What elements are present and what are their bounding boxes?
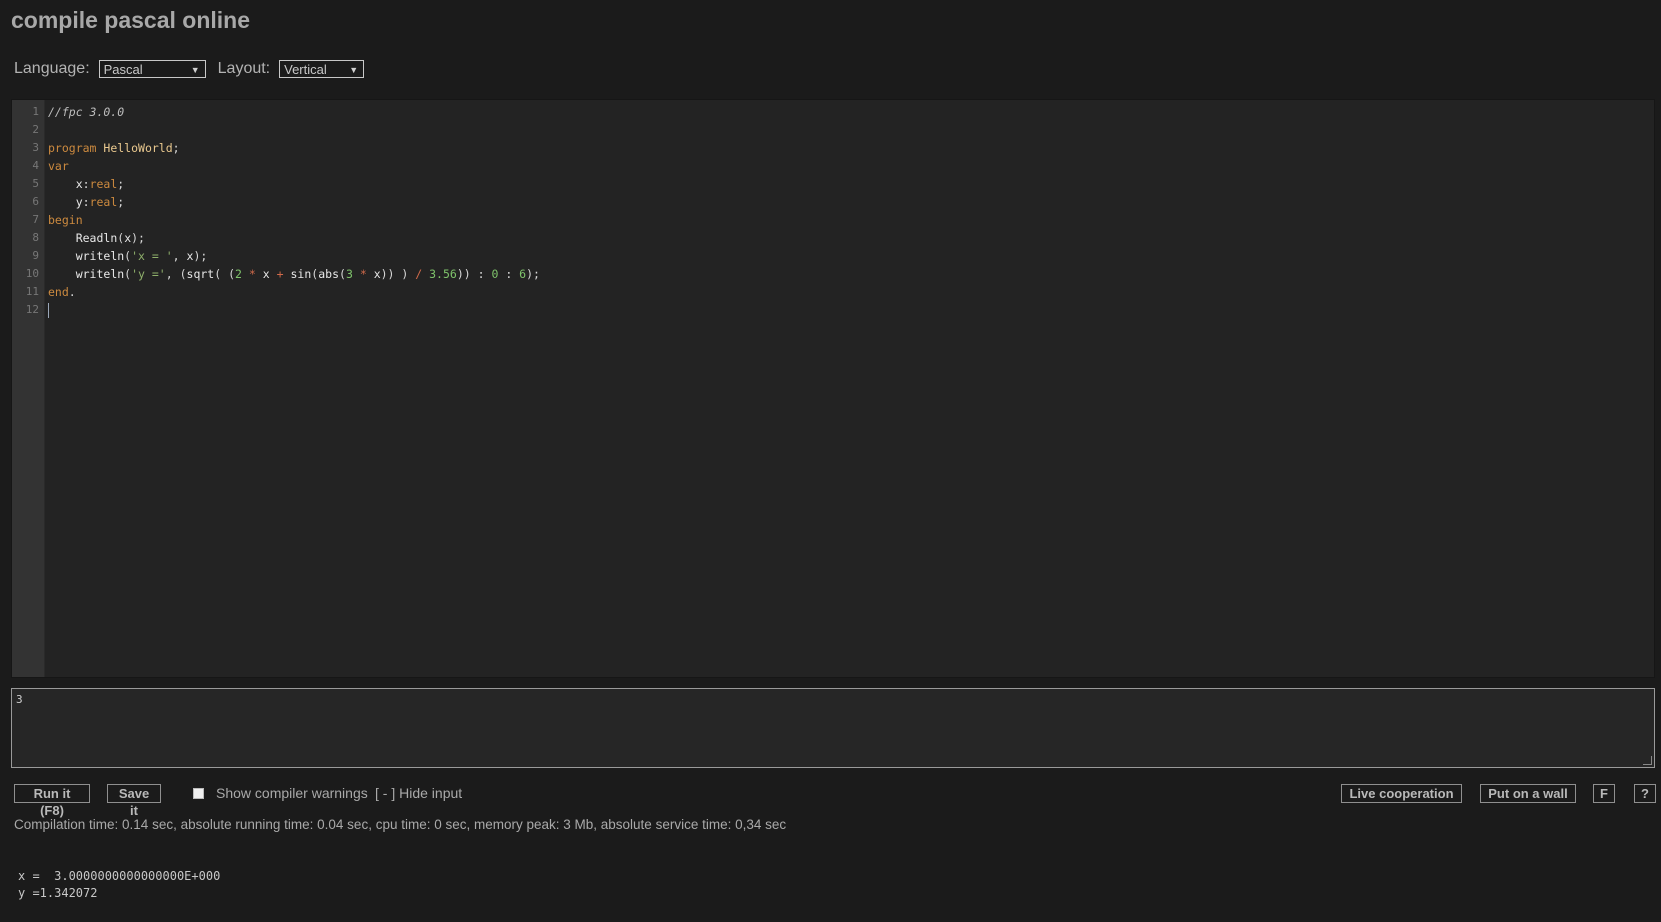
language-label: Language: — [14, 60, 90, 77]
code-line[interactable]: end. — [48, 283, 540, 301]
code-line[interactable]: x:real; — [48, 175, 540, 193]
code-editor[interactable]: 1 2 3 4 5 6 7 8 9 10 11 12 //fpc 3.0.0 pr… — [11, 99, 1655, 678]
hide-input-link[interactable]: [ - ] Hide input — [375, 784, 462, 803]
layout-select[interactable]: Vertical ▼ — [279, 60, 365, 78]
line-number: 11 — [25, 285, 39, 298]
code-line[interactable]: writeln('y =', (sqrt( (2 * x + sin(abs(3… — [48, 265, 540, 283]
line-number: 2 — [32, 123, 39, 136]
layout-select-value: Vertical — [284, 62, 327, 77]
line-number: 4 — [32, 159, 39, 172]
live-cooperation-button[interactable]: Live cooperation — [1341, 784, 1462, 803]
selector-bar: Language: Pascal ▼ Layout: Vertical ▼ — [14, 58, 365, 80]
layout-label: Layout: — [217, 60, 271, 77]
page-title: compile pascal online — [11, 7, 251, 33]
chevron-down-icon: ▼ — [349, 65, 359, 75]
code-line[interactable]: //fpc 3.0.0 — [48, 103, 540, 121]
line-number: 12 — [25, 303, 39, 316]
save-button[interactable]: Save it — [107, 784, 161, 818]
program-output: x = 3.0000000000000000E+000 y =1.342072 — [18, 868, 220, 902]
text-cursor — [48, 303, 49, 318]
stdin-value: 3 — [16, 693, 23, 706]
code-line[interactable]: y:real; — [48, 193, 540, 211]
output-line: x = 3.0000000000000000E+000 — [18, 869, 221, 883]
code-line[interactable]: writeln('x = ', x); — [48, 247, 540, 265]
code-line[interactable]: var — [48, 157, 540, 175]
code-line[interactable]: program HelloWorld; — [48, 139, 540, 157]
show-warnings-label[interactable]: Show compiler warnings — [216, 784, 368, 803]
code-area[interactable]: //fpc 3.0.0 program HelloWorld; var x:real… — [48, 103, 540, 319]
language-select[interactable]: Pascal ▼ — [98, 60, 206, 78]
code-line[interactable] — [48, 301, 540, 319]
page: compile pascal online Language: Pascal ▼… — [0, 0, 1661, 922]
help-button[interactable]: ? — [1634, 784, 1656, 803]
line-number-gutter: 1 2 3 4 5 6 7 8 9 10 11 12 — [12, 100, 45, 677]
line-number: 9 — [32, 249, 39, 262]
run-button[interactable]: Run it (F8) — [14, 784, 90, 818]
resize-grip-icon[interactable] — [1643, 756, 1652, 765]
chevron-down-icon: ▼ — [190, 65, 200, 75]
line-number: 5 — [32, 177, 39, 190]
stdin-input[interactable]: 3 — [11, 688, 1655, 768]
output-line: y =1.342072 — [18, 886, 98, 900]
line-number: 7 — [32, 213, 39, 226]
code-line[interactable]: begin — [48, 211, 540, 229]
execution-stats: Compilation time: 0.14 sec, absolute run… — [14, 817, 787, 832]
line-number: 1 — [32, 105, 39, 118]
line-number: 10 — [25, 267, 39, 280]
checkbox-icon[interactable] — [193, 788, 204, 799]
line-number: 3 — [32, 141, 39, 154]
code-line[interactable] — [48, 121, 540, 139]
toolbar: Run it (F8) Save it Show compiler warnin… — [14, 784, 1656, 818]
put-on-wall-button[interactable]: Put on a wall — [1480, 784, 1576, 803]
line-number: 8 — [32, 231, 39, 244]
fullscreen-button[interactable]: F — [1593, 784, 1615, 803]
line-number: 6 — [32, 195, 39, 208]
code-line[interactable]: Readln(x); — [48, 229, 540, 247]
language-select-value: Pascal — [103, 62, 143, 77]
